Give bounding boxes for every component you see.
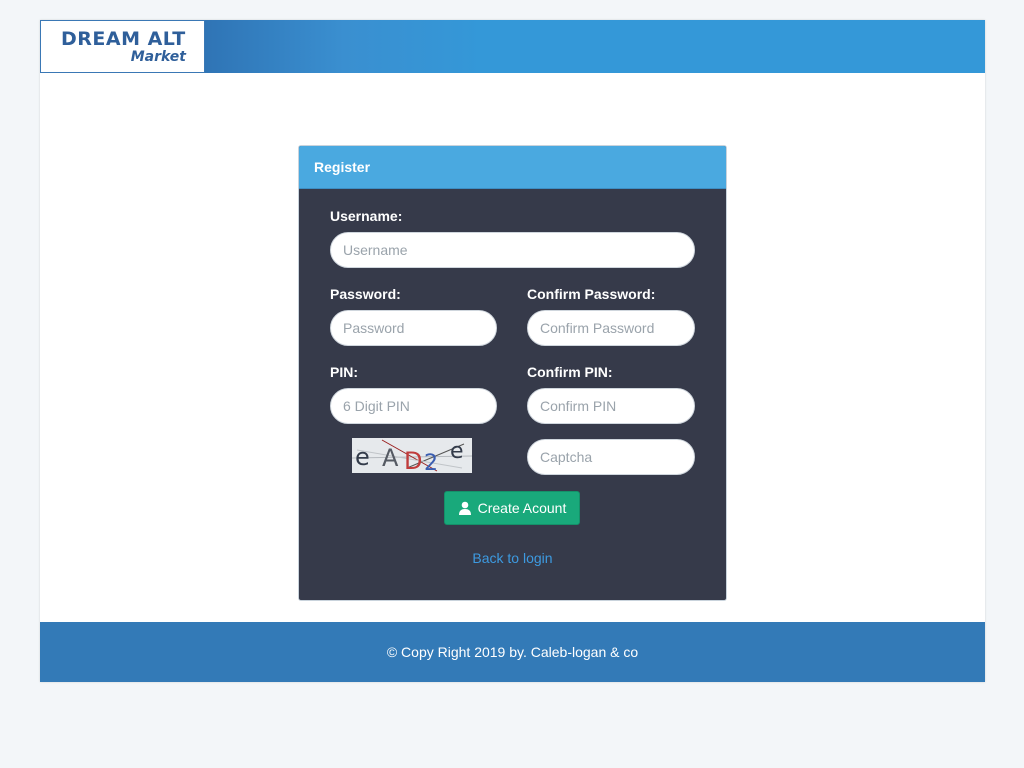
- logo-title: DREAM ALT: [61, 28, 186, 50]
- confirm-password-label: Confirm Password:: [527, 286, 656, 302]
- pin-input[interactable]: [330, 388, 497, 424]
- create-account-button[interactable]: Create Acount: [444, 491, 580, 525]
- confirm-pin-input[interactable]: [527, 388, 695, 424]
- username-label: Username:: [330, 208, 403, 224]
- user-icon: [458, 501, 471, 515]
- svg-text:e: e: [355, 443, 370, 471]
- logo-subtitle: Market: [130, 49, 186, 65]
- svg-text:e: e: [450, 439, 464, 464]
- site-footer: © Copy Right 2019 by. Caleb-logan & co: [40, 622, 985, 682]
- confirm-pin-label: Confirm PIN:: [527, 364, 613, 380]
- register-panel-heading: Register: [299, 146, 726, 189]
- svg-text:D: D: [404, 447, 422, 473]
- password-input[interactable]: [330, 310, 497, 346]
- copyright-text: © Copy Right 2019 by. Caleb-logan & co: [386, 644, 639, 660]
- register-title: Register: [314, 159, 371, 175]
- site-logo[interactable]: DREAM ALT Market: [40, 20, 205, 73]
- pin-label: PIN:: [330, 364, 358, 380]
- header-gradient: [204, 20, 484, 73]
- svg-text:A: A: [382, 444, 399, 472]
- password-label: Password:: [330, 286, 401, 302]
- site-header: DREAM ALT Market: [40, 20, 985, 73]
- username-input[interactable]: [330, 232, 695, 268]
- page-container: DREAM ALT Market Register Username: Pass…: [40, 20, 985, 682]
- back-to-login-link[interactable]: Back to login: [299, 550, 726, 566]
- svg-text:2: 2: [424, 451, 438, 473]
- register-panel: Register Username: Password: Confirm Pas…: [298, 145, 727, 601]
- create-account-label: Create Acount: [477, 500, 567, 516]
- captcha-image: e A D 2 e: [352, 438, 472, 473]
- captcha-graphic: e A D 2 e: [352, 438, 472, 473]
- confirm-password-input[interactable]: [527, 310, 695, 346]
- captcha-input[interactable]: [527, 439, 695, 475]
